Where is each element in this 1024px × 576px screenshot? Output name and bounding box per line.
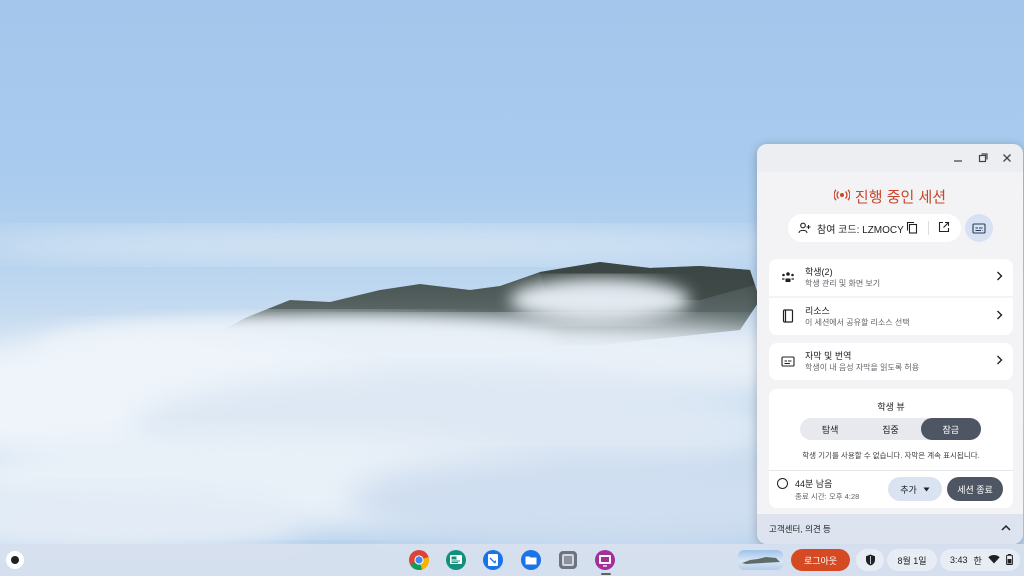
join-code-pill: 참여 코드: LZMOCY bbox=[788, 214, 961, 242]
captions-icon bbox=[781, 354, 795, 368]
session-title: 진행 중인 세션 bbox=[854, 189, 947, 206]
student-view-title: 학생 뷰 bbox=[877, 402, 905, 412]
docs-icon[interactable] bbox=[482, 549, 504, 571]
captions-card: 자막 및 번역 학생이 내 음성 자막을 읽도록 허용 bbox=[769, 343, 1013, 380]
book-icon bbox=[781, 309, 795, 323]
chevron-up-icon bbox=[1001, 523, 1011, 533]
mountain-icon bbox=[742, 557, 780, 564]
launcher-icon bbox=[11, 556, 19, 564]
captions-button[interactable] bbox=[965, 214, 993, 242]
wifi-icon bbox=[988, 554, 1000, 566]
view-option-lock[interactable]: 잠금 bbox=[920, 418, 981, 440]
card-divider bbox=[769, 470, 1013, 471]
files-icon[interactable] bbox=[520, 549, 542, 571]
resources-row[interactable]: 리소스 이 세션에서 공유할 리소스 선택 bbox=[769, 298, 1013, 335]
session-status: 진행 중인 세션 bbox=[757, 186, 1023, 207]
help-bar[interactable]: 고객센터, 의견 등 bbox=[757, 514, 1023, 544]
class-tools-icon[interactable] bbox=[594, 549, 616, 571]
app-icon[interactable] bbox=[557, 549, 579, 571]
end-time: 종료 시간: 오후 4:28 bbox=[795, 492, 860, 501]
help-label: 고객센터, 의견 등 bbox=[769, 524, 831, 534]
students-row[interactable]: 학생(2) 학생 관리 및 화면 보기 bbox=[769, 259, 1013, 296]
battery-icon bbox=[1005, 553, 1013, 567]
end-session-button[interactable]: 세션 종료 bbox=[947, 477, 1003, 501]
panel-titlebar bbox=[757, 144, 1023, 172]
shield-icon bbox=[865, 554, 875, 566]
resources-subtitle: 이 세션에서 공유할 리소스 선택 bbox=[805, 318, 910, 327]
pill-divider bbox=[928, 221, 929, 235]
captions-title: 자막 및 번역 bbox=[805, 351, 852, 361]
resources-title: 리소스 bbox=[805, 306, 830, 316]
dropdown-arrow-icon bbox=[923, 484, 930, 494]
students-title: 학생(2) bbox=[805, 267, 833, 277]
desk-thumbnail[interactable] bbox=[738, 550, 783, 570]
students-icon bbox=[781, 270, 795, 284]
close-icon[interactable] bbox=[999, 150, 1015, 166]
add-person-icon bbox=[797, 222, 811, 234]
student-view-selector: 탐색 집중 잠금 bbox=[800, 418, 981, 440]
class-tools-panel: 진행 중인 세션 참여 코드: LZMOCY 학생(2) 학생 관리 및 화면 … bbox=[757, 144, 1023, 544]
status-tray[interactable]: 3:43 한 bbox=[940, 549, 1020, 571]
time-remaining: 44분 남음 bbox=[777, 477, 832, 490]
session-menu-card: 학생(2) 학생 관리 및 화면 보기 리소스 이 세션에서 공유할 리소스 선… bbox=[769, 259, 1013, 335]
ime-indicator: 한 bbox=[973, 555, 982, 566]
lock-note: 학생 기기를 사용할 수 없습니다. 자막은 계속 표시됩니다. bbox=[802, 451, 980, 460]
chrome-icon[interactable] bbox=[408, 549, 430, 571]
captions-row[interactable]: 자막 및 번역 학생이 내 음성 자막을 읽도록 허용 bbox=[769, 343, 1013, 380]
date-tray[interactable]: 8월 1일 bbox=[887, 549, 937, 571]
timer-icon bbox=[777, 478, 788, 489]
shelf: 로그아웃 8월 1일 3:43 한 bbox=[0, 544, 1024, 576]
minimize-icon[interactable] bbox=[950, 150, 966, 166]
restore-icon[interactable] bbox=[975, 150, 991, 166]
captions-icon bbox=[972, 222, 986, 234]
chevron-right-icon bbox=[996, 355, 1003, 368]
chevron-right-icon bbox=[996, 271, 1003, 284]
open-external-icon[interactable] bbox=[938, 221, 950, 236]
running-indicator bbox=[601, 573, 611, 575]
join-code: 참여 코드: LZMOCY bbox=[817, 224, 904, 236]
students-subtitle: 학생 관리 및 화면 보기 bbox=[805, 279, 881, 288]
copy-icon[interactable] bbox=[906, 221, 918, 237]
add-time-button[interactable]: 추가 bbox=[888, 477, 942, 501]
chevron-right-icon bbox=[996, 310, 1003, 323]
clock: 3:43 bbox=[950, 555, 968, 565]
add-time-label: 추가 bbox=[900, 484, 917, 495]
launcher-button[interactable] bbox=[6, 551, 24, 569]
managed-device-button[interactable] bbox=[856, 549, 884, 571]
time-remaining-label: 44분 남음 bbox=[795, 479, 833, 489]
classroom-icon[interactable] bbox=[445, 549, 467, 571]
broadcast-icon bbox=[833, 189, 851, 204]
logout-button[interactable]: 로그아웃 bbox=[791, 549, 850, 571]
view-option-explore[interactable]: 탐색 bbox=[800, 418, 860, 440]
view-option-focus[interactable]: 집중 bbox=[860, 418, 920, 440]
captions-subtitle: 학생이 내 음성 자막을 읽도록 허용 bbox=[805, 363, 920, 372]
